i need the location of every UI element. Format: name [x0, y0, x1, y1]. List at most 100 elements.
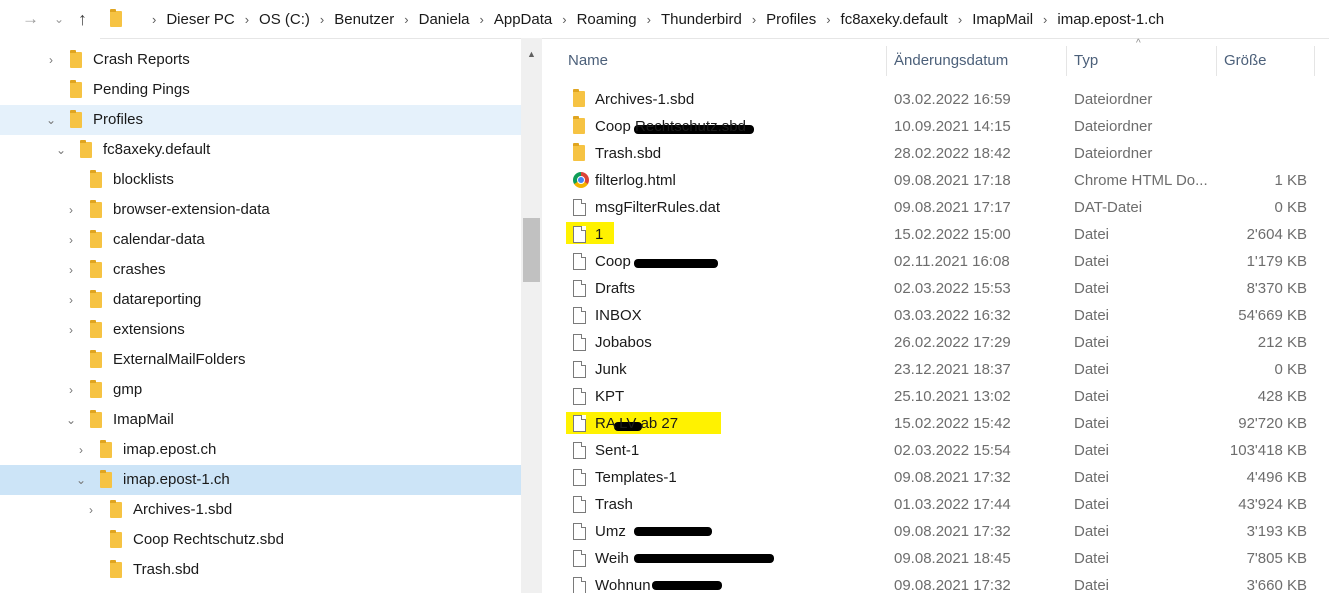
- scrollbar-thumb[interactable]: [523, 218, 540, 282]
- chevron-right-icon[interactable]: ›: [64, 375, 78, 405]
- breadcrumb-separator-icon[interactable]: ›: [752, 12, 756, 27]
- chevron-right-icon[interactable]: ›: [64, 315, 78, 345]
- file-row[interactable]: msgFilterRules.dat 09.08.2021 17:17 DAT-Da…: [542, 194, 1329, 221]
- file-size: 2'604 KB: [1246, 226, 1307, 243]
- scroll-up-icon[interactable]: ▲: [521, 44, 542, 64]
- breadcrumb-item[interactable]: Roaming: [577, 11, 637, 28]
- file-row[interactable]: filterlog.html 09.08.2021 17:18 Chrome HTM…: [542, 167, 1329, 194]
- file-row[interactable]: Coop 02.11.2021 16:08 Datei 1'179 KB: [542, 248, 1329, 275]
- breadcrumb-separator-icon[interactable]: ›: [320, 12, 324, 27]
- breadcrumb-item[interactable]: Dieser PC: [166, 11, 234, 28]
- chevron-right-icon[interactable]: ›: [64, 285, 78, 315]
- breadcrumb-separator-icon[interactable]: ›: [826, 12, 830, 27]
- breadcrumb-separator-icon[interactable]: ›: [958, 12, 962, 27]
- recent-locations-chevron-icon[interactable]: ⌄: [54, 0, 64, 38]
- file-row[interactable]: Umz 09.08.2021 17:32 Datei 3'193 KB: [542, 518, 1329, 545]
- column-header-row: ^ Name Änderungsdatum Typ Größe: [542, 38, 1329, 84]
- chevron-right-icon[interactable]: ›: [64, 255, 78, 285]
- address-bar[interactable]: › Dieser PC › OS (C:) › Benutzer › Daniela › AppD…: [100, 0, 1329, 39]
- breadcrumb-item[interactable]: Daniela: [419, 11, 470, 28]
- file-row[interactable]: Junk 23.12.2021 18:37 Datei 0 KB: [542, 356, 1329, 383]
- breadcrumb-separator-icon[interactable]: ›: [245, 12, 249, 27]
- file-row[interactable]: Sent-1 02.03.2022 15:54 Datei 103'418 KB: [542, 437, 1329, 464]
- file-row[interactable]: Wohnun 09.08.2021 17:32 Datei 3'660 KB: [542, 572, 1329, 593]
- breadcrumb-item[interactable]: imap.epost-1.ch: [1057, 11, 1164, 28]
- file-row[interactable]: Trash 01.03.2022 17:44 Datei 43'924 KB: [542, 491, 1329, 518]
- nav-tree-item[interactable]: › Archives-1.sbd: [0, 495, 521, 525]
- nav-tree-item[interactable]: ⌄ Profiles: [0, 105, 521, 135]
- nav-tree-item[interactable]: Pending Pings: [0, 75, 521, 105]
- nav-tree-item[interactable]: › Crash Reports: [0, 45, 521, 75]
- breadcrumb-item[interactable]: fc8axeky.default: [841, 11, 948, 28]
- file-row[interactable]: Jobabos 26.02.2022 17:29 Datei 212 KB: [542, 329, 1329, 356]
- nav-tree-item[interactable]: › datareporting: [0, 285, 521, 315]
- nav-tree-item[interactable]: blocklists: [0, 165, 521, 195]
- nav-tree-item[interactable]: › gmp: [0, 375, 521, 405]
- chevron-down-icon[interactable]: ⌄: [54, 135, 68, 165]
- file-row[interactable]: Weih 09.08.2021 18:45 Datei 7'805 KB: [542, 545, 1329, 572]
- nav-tree-item[interactable]: › crashes: [0, 255, 521, 285]
- file-date: 09.08.2021 17:17: [894, 199, 1011, 216]
- breadcrumb-separator-icon[interactable]: ›: [562, 12, 566, 27]
- folder-icon: [90, 170, 102, 188]
- breadcrumb-separator-icon[interactable]: ›: [480, 12, 484, 27]
- nav-tree-item[interactable]: Coop Rechtschutz.sbd: [0, 525, 521, 555]
- chevron-down-icon[interactable]: ⌄: [44, 105, 58, 135]
- file-size: 428 KB: [1257, 388, 1307, 405]
- column-divider[interactable]: [1066, 46, 1067, 76]
- column-divider[interactable]: [886, 46, 887, 76]
- nav-tree-item[interactable]: › calendar-data: [0, 225, 521, 255]
- nav-tree-item[interactable]: › imap.epost.ch: [0, 435, 521, 465]
- breadcrumb: › Dieser PC › OS (C:) › Benutzer › Daniela › AppD…: [142, 0, 1164, 38]
- column-header-date[interactable]: Änderungsdatum: [894, 38, 1008, 84]
- file-name: Templates-1: [595, 469, 677, 486]
- forward-icon[interactable]: →: [22, 0, 39, 38]
- breadcrumb-item[interactable]: AppData: [494, 11, 552, 28]
- file-row[interactable]: Templates-1 09.08.2021 17:32 Datei 4'496 KB: [542, 464, 1329, 491]
- nav-tree-label: gmp: [113, 381, 143, 398]
- file-row[interactable]: RA LV ab 27 15.02.2022 15:42 Datei 92'720 K…: [542, 410, 1329, 437]
- nav-tree-item[interactable]: ⌄ imap.epost-1.ch: [0, 465, 521, 495]
- chevron-right-icon[interactable]: ›: [84, 495, 98, 525]
- up-arrow-icon[interactable]: ↑: [78, 0, 87, 38]
- nav-tree-item[interactable]: › browser-extension-data: [0, 195, 521, 225]
- breadcrumb-item[interactable]: Thunderbird: [661, 11, 742, 28]
- breadcrumb-separator-icon[interactable]: ›: [647, 12, 651, 27]
- navigation-scrollbar[interactable]: ▲: [521, 38, 542, 593]
- file-type: Datei: [1074, 361, 1110, 378]
- file-date: 02.03.2022 15:54: [894, 442, 1011, 459]
- nav-tree-item[interactable]: Trash.sbd: [0, 555, 521, 585]
- breadcrumb-item[interactable]: OS (C:): [259, 11, 310, 28]
- column-divider[interactable]: [1314, 46, 1315, 76]
- file-icon: [573, 334, 586, 351]
- nav-tree-item[interactable]: ExternalMailFolders: [0, 345, 521, 375]
- file-row[interactable]: Drafts 02.03.2022 15:53 Datei 8'370 KB: [542, 275, 1329, 302]
- file-row[interactable]: Coop Rechtschutz.sbd 10.09.2021 14:15 Date…: [542, 113, 1329, 140]
- file-row[interactable]: Archives-1.sbd 03.02.2022 16:59 Dateiordne…: [542, 86, 1329, 113]
- file-date: 03.02.2022 16:59: [894, 91, 1011, 108]
- breadcrumb-item[interactable]: Profiles: [766, 11, 816, 28]
- file-row[interactable]: INBOX 03.03.2022 16:32 Datei 54'669 KB: [542, 302, 1329, 329]
- chevron-right-icon[interactable]: ›: [64, 225, 78, 255]
- breadcrumb-separator-icon[interactable]: ›: [404, 12, 408, 27]
- breadcrumb-item[interactable]: ImapMail: [972, 11, 1033, 28]
- nav-tree-item[interactable]: ⌄ fc8axeky.default: [0, 135, 521, 165]
- breadcrumb-item[interactable]: Benutzer: [334, 11, 394, 28]
- nav-tree-item[interactable]: ⌄ ImapMail: [0, 405, 521, 435]
- chevron-down-icon[interactable]: ⌄: [64, 405, 78, 435]
- file-row[interactable]: Trash.sbd 28.02.2022 18:42 Dateiordner: [542, 140, 1329, 167]
- chevron-right-icon[interactable]: ›: [64, 195, 78, 225]
- column-divider[interactable]: [1216, 46, 1217, 76]
- breadcrumb-separator-icon[interactable]: ›: [1043, 12, 1047, 27]
- chevron-right-icon[interactable]: ›: [44, 45, 58, 75]
- file-row[interactable]: KPT 25.10.2021 13:02 Datei 428 KB: [542, 383, 1329, 410]
- column-header-size[interactable]: Größe: [1224, 38, 1267, 84]
- breadcrumb-separator-icon[interactable]: ›: [152, 12, 156, 27]
- chevron-down-icon[interactable]: ⌄: [74, 465, 88, 495]
- column-header-name[interactable]: Name: [568, 38, 608, 84]
- column-header-type[interactable]: Typ: [1074, 38, 1098, 84]
- file-icon: [573, 199, 586, 216]
- nav-tree-item[interactable]: › extensions: [0, 315, 521, 345]
- file-row[interactable]: 1 15.02.2022 15:00 Datei 2'604 KB: [542, 221, 1329, 248]
- chevron-right-icon[interactable]: ›: [74, 435, 88, 465]
